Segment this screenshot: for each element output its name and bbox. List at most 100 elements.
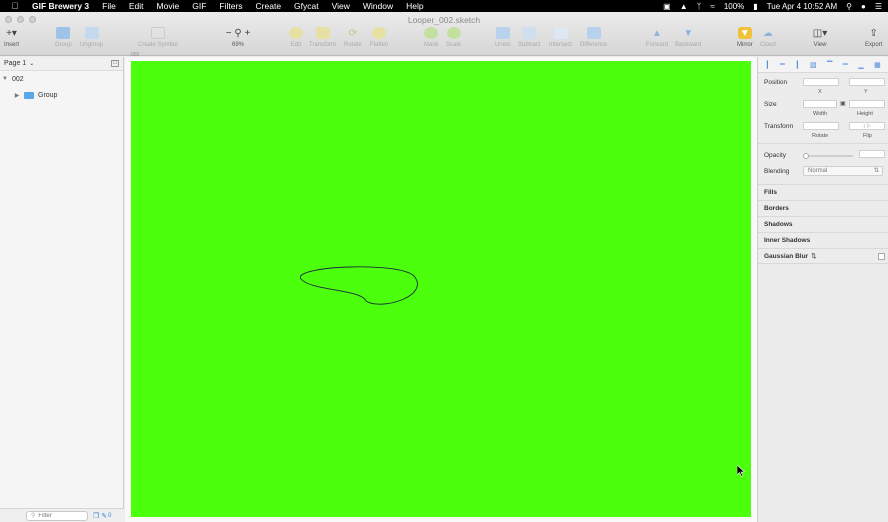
- align-top-icon[interactable]: ▔: [827, 61, 832, 69]
- layer-label: Group: [38, 91, 58, 99]
- menu-file[interactable]: File: [102, 1, 116, 11]
- flip-buttons[interactable]: ↨ ▷: [849, 122, 885, 130]
- disclosure-open-icon[interactable]: ▼: [0, 76, 10, 82]
- gaussian-blur-section[interactable]: Gaussian Blur ⇅: [758, 248, 888, 264]
- forward-button[interactable]: ▲ Forward: [646, 27, 668, 49]
- menu-create[interactable]: Create: [256, 1, 282, 11]
- user-icon[interactable]: ●: [861, 2, 866, 11]
- borders-label: Borders: [764, 205, 789, 212]
- battery-icon[interactable]: ▮: [753, 2, 757, 11]
- notification-icon[interactable]: ☰: [875, 2, 882, 11]
- align-right-icon[interactable]: ┃: [795, 61, 799, 69]
- menu-gfycat[interactable]: Gfycat: [294, 1, 319, 11]
- menu-window[interactable]: Window: [363, 1, 393, 11]
- view-button[interactable]: ◫▾ View: [813, 27, 827, 49]
- disclosure-closed-icon[interactable]: ▶: [12, 92, 22, 99]
- blending-select[interactable]: Normal ⇅: [803, 166, 883, 176]
- inner-shadows-section[interactable]: Inner Shadows: [758, 232, 888, 248]
- align-left-icon[interactable]: ┃: [765, 61, 769, 69]
- menu-edit[interactable]: Edit: [129, 1, 144, 11]
- align-middle-icon[interactable]: ═: [843, 61, 848, 68]
- edit-icon: [289, 27, 303, 39]
- spotlight-icon[interactable]: ⚲: [846, 2, 852, 11]
- menu-movie[interactable]: Movie: [157, 1, 180, 11]
- rotate-icon: ⟳: [348, 27, 358, 39]
- shadows-section[interactable]: Shadows: [758, 216, 888, 232]
- artboard-title[interactable]: 002: [131, 52, 139, 58]
- create-symbol-button[interactable]: Create Symbol: [138, 27, 178, 48]
- layer-group[interactable]: ▶ Group: [0, 87, 123, 103]
- chevron-updown-icon: ⇅: [873, 168, 879, 174]
- magnifier-icon: − ⚲ +: [225, 27, 251, 39]
- filter-input[interactable]: [38, 512, 79, 519]
- width-label: Width: [813, 111, 828, 117]
- page-selector[interactable]: Page 1 ⌄ □: [0, 57, 123, 71]
- edit-button[interactable]: Edit: [289, 27, 303, 48]
- opacity-slider[interactable]: [805, 155, 853, 157]
- search-icon: ⚲: [31, 513, 36, 519]
- menu-filters[interactable]: Filters: [219, 1, 242, 11]
- symbols-filter-icon[interactable]: ❐: [93, 512, 99, 520]
- mirror-button[interactable]: ▼ Mirror: [737, 27, 753, 48]
- flatten-button[interactable]: Flatten: [370, 27, 388, 48]
- distribute-v-icon[interactable]: ▦: [874, 61, 881, 69]
- width-field[interactable]: [803, 100, 837, 108]
- transform-button[interactable]: Transform: [309, 27, 336, 48]
- plus-icon: +▾: [6, 27, 17, 39]
- menu-view[interactable]: View: [332, 1, 350, 11]
- opacity-label: Opacity: [764, 152, 787, 159]
- battery-text[interactable]: 100%: [724, 2, 744, 11]
- canvas[interactable]: 002: [125, 52, 757, 522]
- toggle-pages-icon[interactable]: □: [111, 60, 119, 67]
- rotate-button[interactable]: ⟳ Rotate: [344, 27, 362, 49]
- difference-button[interactable]: Difference: [580, 27, 607, 48]
- page-name: Page 1: [4, 60, 27, 67]
- lock-icon[interactable]: ▣: [840, 100, 846, 107]
- ungroup-button[interactable]: Ungroup: [80, 27, 103, 48]
- mask-button[interactable]: Mask: [424, 27, 438, 48]
- menu-app-name[interactable]: GIF Brewery 3: [32, 1, 89, 11]
- opacity-slider-knob[interactable]: [803, 153, 809, 159]
- status-app-icon[interactable]: ▣: [663, 2, 671, 11]
- distribute-h-icon[interactable]: ▧: [810, 61, 817, 69]
- menu-gif[interactable]: GIF: [192, 1, 206, 11]
- rotate-field[interactable]: [803, 122, 839, 130]
- scale-button[interactable]: Scale: [446, 27, 461, 48]
- layer-artboard[interactable]: ▼ 002: [0, 71, 123, 87]
- clock[interactable]: Tue Apr 4 10:52 AM: [767, 2, 837, 11]
- export-button[interactable]: ⇪ Export: [865, 27, 882, 49]
- chevron-updown-icon: ⇅: [811, 253, 817, 260]
- drive-icon[interactable]: ▲: [680, 2, 688, 11]
- fills-section[interactable]: Fills: [758, 184, 888, 200]
- slice-filter-icon[interactable]: ✎: [101, 512, 107, 520]
- difference-icon: [586, 27, 601, 39]
- cloud-button[interactable]: ☁ Cloud: [760, 27, 776, 49]
- zoom-control[interactable]: − ⚲ + 69%: [218, 27, 258, 49]
- intersect-button[interactable]: Intersect: [549, 27, 572, 48]
- x-field[interactable]: [803, 78, 839, 86]
- wifi-icon[interactable]: ≈: [710, 2, 714, 11]
- apple-icon[interactable]: : [8, 1, 22, 11]
- group-button[interactable]: Group: [55, 27, 72, 48]
- union-button[interactable]: Union: [495, 27, 511, 48]
- artboard[interactable]: [131, 61, 751, 517]
- group-icon: [56, 27, 71, 39]
- filter-box[interactable]: ⚲: [26, 510, 88, 521]
- y-field[interactable]: [849, 78, 885, 86]
- insert-button[interactable]: +▾ Insert: [4, 27, 19, 49]
- blur-checkbox[interactable]: [878, 253, 885, 260]
- menu-help[interactable]: Help: [406, 1, 423, 11]
- rotate-label: Rotate: [812, 133, 829, 139]
- blending-label: Blending: [764, 168, 790, 175]
- bezier-path-shape[interactable]: [131, 61, 751, 517]
- borders-section[interactable]: Borders: [758, 200, 888, 216]
- gaussian-blur-label: Gaussian Blur: [764, 252, 809, 260]
- bluetooth-icon[interactable]: ᛉ: [697, 2, 702, 11]
- position-label: Position: [764, 79, 788, 86]
- backward-button[interactable]: ▼ Backward: [675, 27, 701, 49]
- align-center-h-icon[interactable]: ═: [780, 61, 785, 68]
- opacity-field[interactable]: [859, 150, 885, 158]
- subtract-button[interactable]: Subtract: [518, 27, 540, 48]
- align-bottom-icon[interactable]: ▁: [858, 61, 863, 69]
- height-field[interactable]: [849, 100, 885, 108]
